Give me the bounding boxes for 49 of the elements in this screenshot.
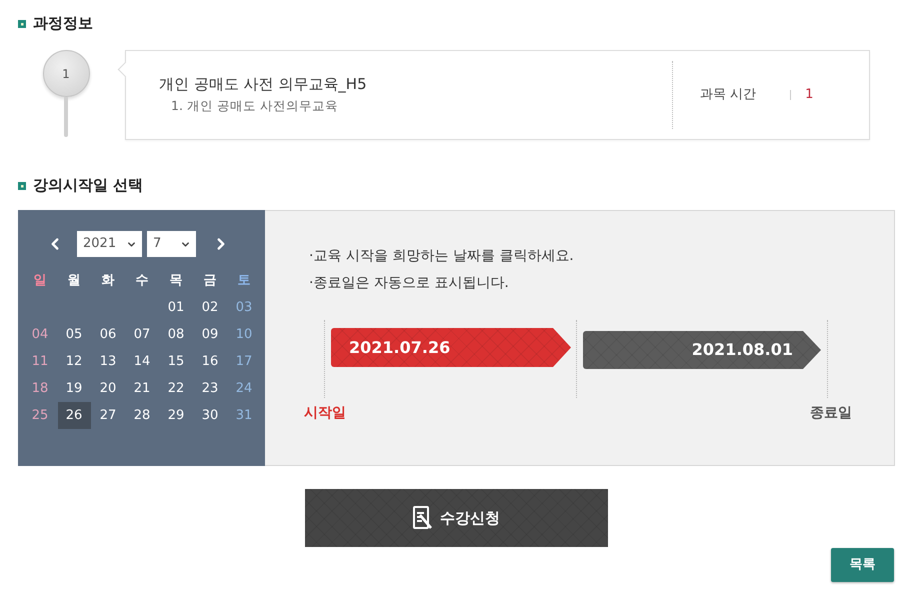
calendar-day[interactable]: 19 [58, 375, 90, 402]
calendar-day[interactable]: 08 [160, 321, 192, 348]
weekday-label: 화 [102, 272, 114, 290]
calendar-day[interactable]: 14 [126, 348, 158, 375]
year-select[interactable]: 2021 [77, 231, 142, 257]
end-date-label: 종료일 [810, 404, 852, 423]
calendar-day[interactable]: 12 [58, 348, 90, 375]
calendar-day[interactable]: 13 [92, 348, 124, 375]
weekday-label: 수 [136, 272, 148, 290]
start-date-label: 시작일 [304, 404, 346, 423]
calendar-day[interactable]: 23 [194, 375, 226, 402]
calendar-day[interactable]: 20 [92, 375, 124, 402]
weekday-label: 월 [68, 272, 80, 290]
calendar-day[interactable]: 27 [92, 402, 124, 429]
section-title: 과정정보 [33, 15, 93, 32]
start-date: 2021.07.26 [349, 336, 450, 358]
calendar-day[interactable]: 28 [126, 402, 158, 429]
weekday-label: 토 [238, 272, 250, 290]
section-title: 강의시작일 선택 [33, 177, 144, 194]
section-bullet-icon [18, 20, 26, 28]
list-button[interactable]: 목록 [831, 548, 894, 582]
calendar-day[interactable]: 29 [160, 402, 192, 429]
calendar-day[interactable]: 16 [194, 348, 226, 375]
course-name: 개인 공매도 사전 의무교육_H5 [159, 74, 368, 92]
calendar-day[interactable]: 30 [194, 402, 226, 429]
month-select[interactable]: 7 [147, 231, 196, 257]
instruction-text: ·교육 시작을 희망하는 날짜를 클릭하세요. [309, 247, 575, 266]
weekday-label: 금 [204, 272, 216, 290]
calendar-day[interactable]: 05 [58, 321, 90, 348]
hours-label: 과목 시간 [700, 86, 756, 104]
weekday-label: 목 [170, 272, 182, 290]
calendar-day[interactable]: 15 [160, 348, 192, 375]
lesson-title: 1. 개인 공매도 사전의무교육 [170, 98, 339, 114]
end-date: 2021.08.01 [692, 339, 793, 361]
step-number: 1 [62, 66, 70, 82]
document-pen-icon [413, 506, 433, 530]
calendar-day[interactable]: 01 [160, 294, 192, 321]
calendar-day[interactable]: 22 [160, 375, 192, 402]
calendar-day[interactable]: 09 [194, 321, 226, 348]
calendar-day[interactable]: 06 [92, 321, 124, 348]
instruction-text: ·종료일은 자동으로 표시됩니다. [309, 274, 510, 293]
section-bullet-icon [18, 182, 26, 190]
hours-value: 1 [805, 86, 814, 104]
apply-button[interactable]: 수강신청 [305, 489, 608, 547]
calendar-day[interactable]: 07 [126, 321, 158, 348]
calendar-day[interactable]: 26 [58, 402, 90, 429]
calendar-day[interactable]: 21 [126, 375, 158, 402]
calendar-day[interactable]: 02 [194, 294, 226, 321]
weekday-label: 일 [34, 272, 46, 290]
